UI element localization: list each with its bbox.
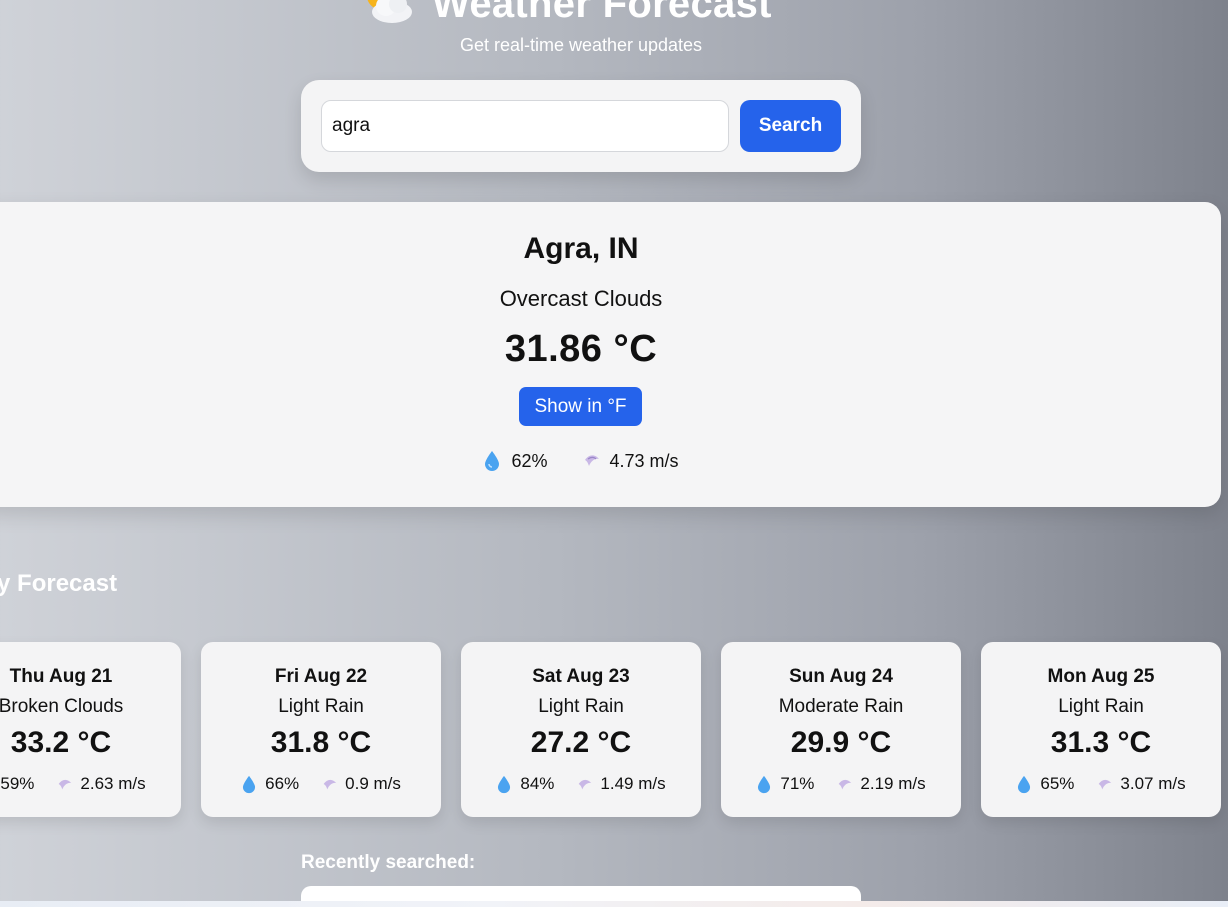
droplet-icon (1016, 775, 1032, 794)
forecast-temperature: 29.9 °C (790, 726, 892, 759)
current-stats: 62% 4.73 m/s (0, 450, 1162, 472)
forecast-title: 5-Day Forecast (0, 570, 118, 597)
wind-icon (836, 775, 852, 794)
forecast-stats: 84% 1.49 m/s (461, 774, 701, 794)
forecast-condition: Light Rain (278, 696, 364, 717)
humidity-value: 84% (520, 774, 555, 793)
wind-value: 2.19 m/s (860, 774, 926, 793)
humidity-value: 71% (780, 774, 815, 793)
wind-stat: 4.73 m/s (582, 450, 679, 472)
wind-value: 2.63 m/s (80, 774, 146, 793)
forecast-card: Mon Aug 25 Light Rain 31.3 °C 65% 3.07 m… (981, 642, 1221, 817)
wind-value: 0.9 m/s (345, 774, 401, 793)
page-title: Weather Forecast (360, 0, 820, 26)
humidity-stat: 62% (483, 450, 548, 472)
humidity-stat: 59% (0, 774, 34, 794)
current-weather-card: Agra, IN Overcast Clouds 31.86 °C Show i… (0, 202, 1221, 507)
search-card: Search (301, 80, 861, 172)
forecast-card: Sat Aug 23 Light Rain 27.2 °C 84% 1.49 m… (461, 642, 701, 817)
weather-condition: Overcast Clouds (499, 286, 663, 311)
wind-value: 1.49 m/s (600, 774, 666, 793)
sun-behind-cloud-icon (360, 0, 416, 26)
wind-icon (1096, 775, 1112, 794)
forecast-stats: 71% 2.19 m/s (721, 774, 961, 794)
wind-stat: 1.49 m/s (576, 774, 666, 794)
wind-value: 3.07 m/s (1120, 774, 1186, 793)
humidity-stat: 84% (496, 774, 554, 794)
page-title-text: Weather Forecast (432, 0, 772, 26)
forecast-stats: 59% 2.63 m/s (0, 774, 181, 794)
forecast-temperature: 33.2 °C (10, 726, 112, 759)
taskbar-edge (0, 901, 1228, 907)
forecast-stats: 66% 0.9 m/s (201, 774, 441, 794)
forecast-card: Fri Aug 22 Light Rain 31.8 °C 66% 0.9 m/… (201, 642, 441, 817)
droplet-icon (756, 775, 772, 794)
wind-stat: 2.63 m/s (56, 774, 146, 794)
city-name: Agra, IN (523, 232, 639, 265)
wind-icon (321, 775, 337, 794)
forecast-condition: Broken Clouds (0, 696, 124, 717)
humidity-value: 65% (1040, 774, 1075, 793)
forecast-date: Sat Aug 23 (532, 666, 630, 687)
droplet-icon (483, 450, 501, 472)
forecast-date: Fri Aug 22 (274, 666, 368, 687)
recent-searches-label: Recently searched: (301, 852, 476, 873)
humidity-stat: 65% (1016, 774, 1074, 794)
humidity-value: 62% (511, 450, 548, 471)
current-temperature: 31.86 °C (504, 328, 658, 370)
humidity-stat: 66% (241, 774, 299, 794)
humidity-stat: 71% (756, 774, 814, 794)
forecast-date: Thu Aug 21 (9, 666, 113, 687)
forecast-stats: 65% 3.07 m/s (981, 774, 1221, 794)
wind-icon (582, 450, 600, 472)
forecast-condition: Light Rain (1058, 696, 1144, 717)
forecast-date: Sun Aug 24 (789, 666, 893, 687)
forecast-card: Thu Aug 21 Broken Clouds 33.2 °C 59% 2.6… (0, 642, 181, 817)
droplet-icon (496, 775, 512, 794)
wind-icon (56, 775, 72, 794)
wind-stat: 0.9 m/s (321, 774, 401, 794)
wind-value: 4.73 m/s (609, 450, 679, 471)
page-subtitle: Get real-time weather updates (459, 35, 703, 55)
humidity-value: 59% (0, 774, 35, 793)
forecast-condition: Moderate Rain (778, 696, 904, 717)
wind-stat: 2.19 m/s (836, 774, 926, 794)
droplet-icon (241, 775, 257, 794)
humidity-value: 66% (265, 774, 300, 793)
forecast-temperature: 31.8 °C (270, 726, 372, 759)
wind-icon (576, 775, 592, 794)
wind-stat: 3.07 m/s (1096, 774, 1186, 794)
forecast-temperature: 31.3 °C (1050, 726, 1152, 759)
forecast-card: Sun Aug 24 Moderate Rain 29.9 °C 71% 2.1… (721, 642, 961, 817)
search-input[interactable] (321, 100, 729, 152)
unit-toggle-button[interactable]: Show in °F (519, 387, 642, 426)
forecast-temperature: 27.2 °C (530, 726, 632, 759)
search-button[interactable]: Search (740, 100, 841, 152)
forecast-date: Mon Aug 25 (1047, 666, 1155, 687)
forecast-condition: Light Rain (538, 696, 624, 717)
